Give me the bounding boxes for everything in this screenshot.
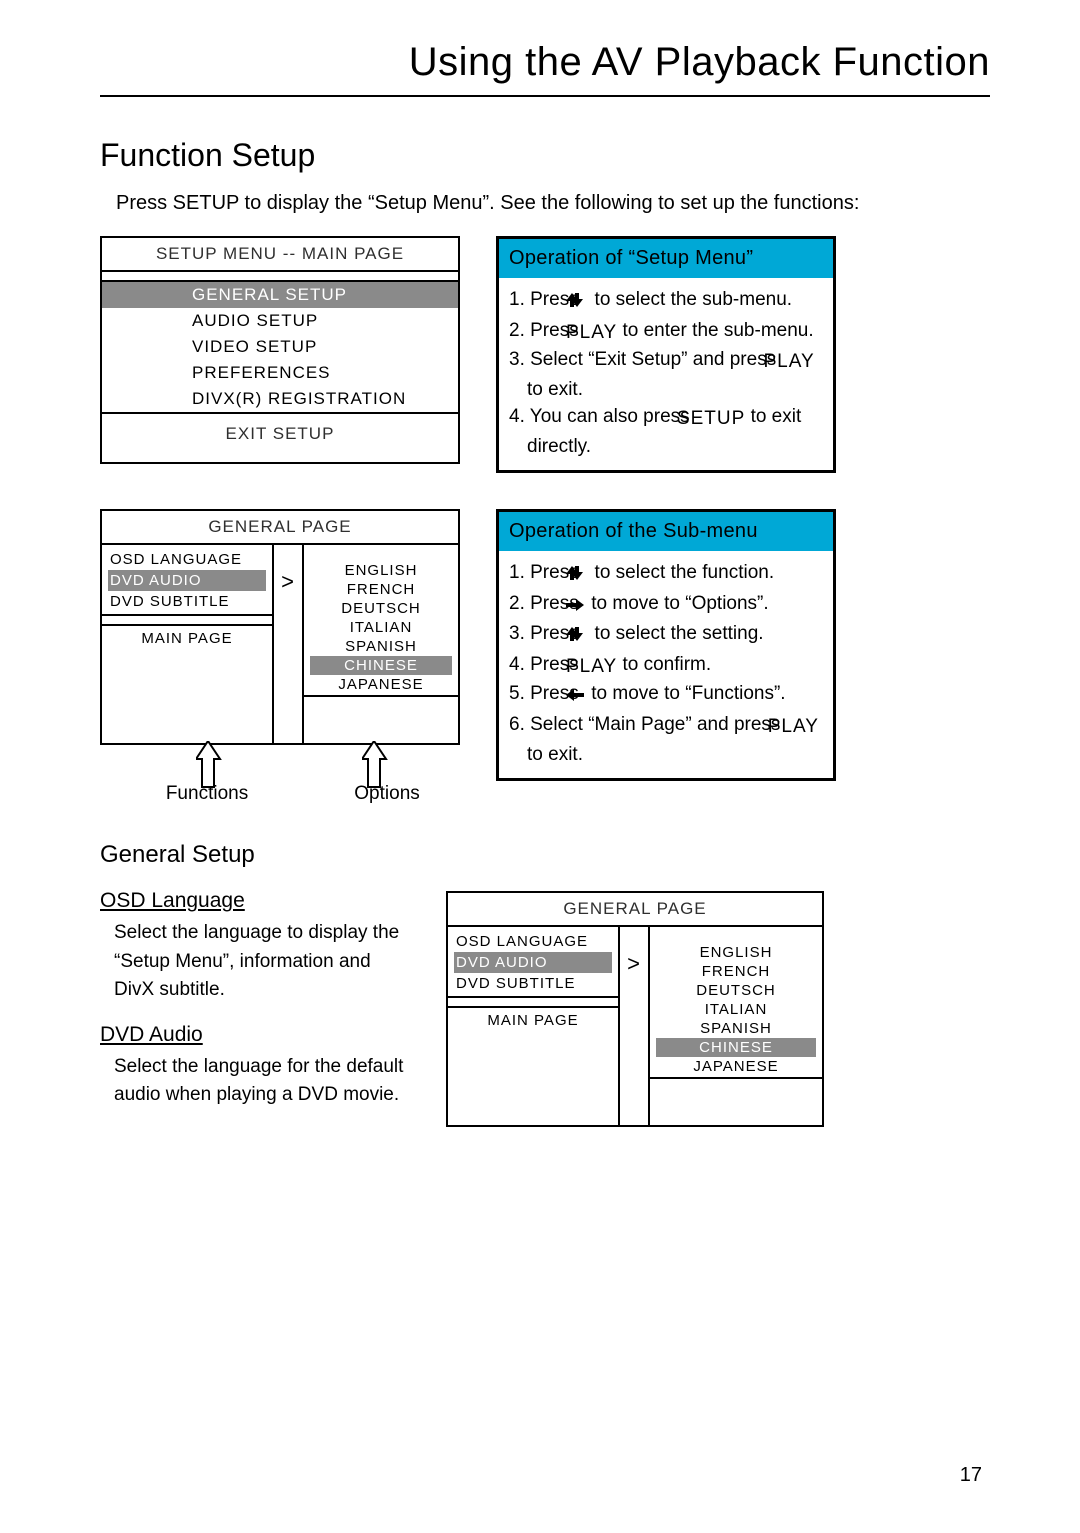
setup-menu-exit: EXIT SETUP (102, 414, 458, 462)
section-function-setup: Function Setup (100, 137, 990, 174)
function-dvd-audio: DVD AUDIO (454, 952, 612, 973)
info-submenu-step: 1. Press to select the function. (509, 559, 825, 590)
setup-menu-item-video: VIDEO SETUP (102, 334, 458, 360)
info-submenu: Operation of the Sub-menu 1. Press to se… (496, 509, 836, 781)
dvd-audio-title: DVD Audio (100, 1023, 410, 1047)
chevron-right-icon: > (627, 953, 641, 975)
info-submenu-step: 4. Press PLAY to confirm. (509, 651, 825, 681)
info-submenu-step: 6. Select “Main Page” and press PLAY to … (509, 711, 825, 768)
right-arrow-icon (584, 593, 586, 621)
info-setup-menu: Operation of “Setup Menu” 1. Press to se… (496, 236, 836, 473)
option-japanese: JAPANESE (656, 1057, 816, 1076)
play-key: PLAY (781, 348, 814, 376)
options-label: Options (314, 783, 460, 805)
play-key: PLAY (584, 653, 617, 681)
hollow-up-arrow-icon (196, 741, 224, 789)
functions-label: Functions (100, 783, 314, 805)
option-french: FRENCH (656, 962, 816, 981)
play-key: PLAY (584, 319, 617, 347)
option-spanish: SPANISH (310, 637, 452, 656)
general-page-title: GENERAL PAGE (448, 893, 822, 927)
info-setup-step: 3. Select “Exit Setup” and press PLAY to… (509, 346, 825, 403)
function-osd-language: OSD LANGUAGE (454, 931, 612, 952)
option-english: ENGLISH (656, 943, 816, 962)
general-page-screenshot-1: GENERAL PAGE OSD LANGUAGE DVD AUDIO DVD … (100, 509, 460, 745)
info-setup-menu-heading: Operation of “Setup Menu” (499, 239, 833, 278)
function-dvd-subtitle: DVD SUBTITLE (454, 973, 612, 994)
option-italian: ITALIAN (656, 1000, 816, 1019)
function-main-page: MAIN PAGE (108, 628, 266, 649)
info-setup-step: 1. Press to select the sub-menu. (509, 286, 825, 317)
setup-menu-item-preferences: PREFERENCES (102, 360, 458, 386)
general-page-screenshot-2: GENERAL PAGE OSD LANGUAGE DVD AUDIO DVD … (446, 891, 824, 1127)
chapter-title: Using the AV Playback Function (100, 40, 990, 89)
osd-language-title: OSD Language (100, 889, 410, 913)
setup-menu-item-audio: AUDIO SETUP (102, 308, 458, 334)
option-chinese: CHINESE (310, 656, 452, 675)
function-dvd-audio: DVD AUDIO (108, 570, 266, 591)
option-deutsch: DEUTSCH (656, 981, 816, 1000)
page-number: 17 (960, 1464, 982, 1487)
option-italian: ITALIAN (310, 618, 452, 637)
chevron-right-icon: > (281, 571, 295, 593)
info-submenu-step: 3. Press to select the setting. (509, 620, 825, 651)
info-submenu-step: 5. Press to move to “Functions”. (509, 680, 825, 711)
info-setup-step: 2. Press PLAY to enter the sub-menu. (509, 317, 825, 347)
lead-text: Press SETUP to display the “Setup Menu”.… (116, 190, 990, 216)
osd-language-text: Select the language to display the “Setu… (114, 919, 410, 1005)
function-main-page: MAIN PAGE (454, 1010, 612, 1031)
option-japanese: JAPANESE (310, 675, 452, 694)
setup-menu-screenshot: SETUP MENU -- MAIN PAGE GENERAL SETUP AU… (100, 236, 460, 464)
info-setup-step: 4. You can also press SETUP to exit dire… (509, 403, 825, 460)
dvd-audio-text: Select the language for the default audi… (114, 1053, 410, 1110)
general-setup-heading: General Setup (100, 841, 990, 869)
left-arrow-icon (584, 683, 586, 711)
setup-menu-item-divx: DIVX(R) REGISTRATION (102, 386, 458, 412)
option-french: FRENCH (310, 580, 452, 599)
function-osd-language: OSD LANGUAGE (108, 549, 266, 570)
setup-menu-title: SETUP MENU -- MAIN PAGE (102, 238, 458, 272)
info-submenu-heading: Operation of the Sub-menu (499, 512, 833, 551)
option-spanish: SPANISH (656, 1019, 816, 1038)
hollow-up-arrow-icon (362, 741, 390, 789)
setup-key: SETUP (695, 405, 745, 433)
title-rule (100, 95, 990, 97)
option-deutsch: DEUTSCH (310, 599, 452, 618)
option-english: ENGLISH (310, 561, 452, 580)
setup-menu-item-general: GENERAL SETUP (102, 282, 458, 308)
option-chinese: CHINESE (656, 1038, 816, 1057)
info-submenu-step: 2. Press to move to “Options”. (509, 590, 825, 621)
function-dvd-subtitle: DVD SUBTITLE (108, 591, 266, 612)
play-key: PLAY (786, 713, 819, 741)
general-page-title: GENERAL PAGE (102, 511, 458, 545)
